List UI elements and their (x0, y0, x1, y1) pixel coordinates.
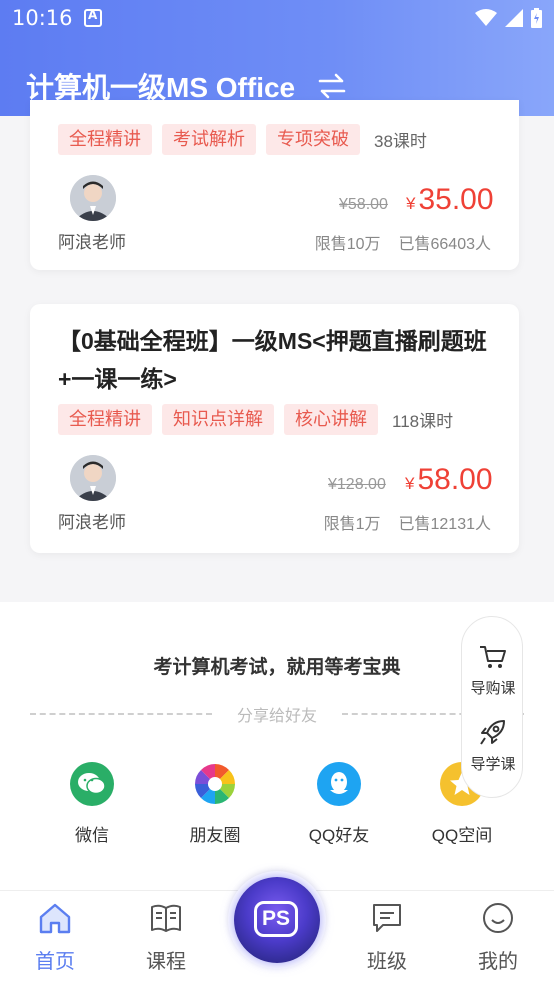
wechat-icon (70, 762, 114, 806)
lesson-count: 38课时 (374, 132, 427, 151)
battery-icon (531, 8, 542, 28)
teacher-avatar (70, 175, 116, 221)
teacher-avatar (70, 455, 116, 501)
tab-courses[interactable]: 课程 (126, 901, 206, 974)
course-title: 【0基础全程班】一级MS<押题直播刷题班+一课一练> (58, 328, 487, 392)
share-label: QQ好友 (308, 826, 370, 845)
qq-icon (317, 762, 361, 806)
course-tags: 全程精讲 知识点详解 核心讲解 118课时 (58, 404, 453, 435)
guide-purchase-button[interactable]: 导购课 (462, 643, 524, 698)
lesson-count: 118课时 (392, 412, 454, 431)
course-tags: 全程精讲 考试解析 专项突破 38课时 (58, 124, 427, 155)
sale-price: ¥35.00 (406, 183, 494, 217)
sales-info: 限售1万 已售12131人 (324, 510, 491, 534)
course-card[interactable]: 全程精讲 考试解析 专项突破 38课时 阿浪老师 ¥58.00 ¥35.00 限… (30, 100, 519, 270)
sales-limit: 限售1万 (323, 516, 381, 533)
tab-label: 课程 (146, 951, 186, 973)
center-ps-button[interactable]: PS (228, 871, 326, 969)
sales-limit: 限售10万 (314, 236, 381, 253)
sold-count: 已售12131人 (398, 516, 492, 533)
price-value: 35.00 (418, 183, 494, 216)
original-price: ¥58.00 (339, 196, 388, 213)
signal-icon (505, 9, 523, 27)
course-tag: 考试解析 (162, 124, 256, 155)
tab-label: 首页 (35, 951, 75, 973)
teacher-name: 阿浪老师 (58, 233, 126, 252)
course-tag: 核心讲解 (284, 404, 378, 435)
share-qq[interactable]: QQ好友 (289, 762, 389, 846)
sold-count: 已售66403人 (398, 236, 492, 253)
chat-icon (373, 904, 401, 932)
wifi-icon (475, 9, 497, 26)
sale-price: ¥58.00 (405, 463, 493, 497)
share-moments[interactable]: 朋友圈 (165, 762, 265, 846)
floating-guide-panel: 导购课 导学课 (461, 616, 523, 798)
guide-study-button[interactable]: 导学课 (462, 717, 524, 774)
rocket-icon (480, 720, 505, 745)
share-wechat[interactable]: 微信 (42, 762, 142, 846)
sales-info: 限售10万 已售66403人 (315, 230, 491, 254)
notification-icon (84, 8, 102, 27)
home-icon (39, 903, 71, 934)
price-value: 58.00 (417, 463, 493, 496)
status-time: 10:16 (12, 6, 73, 30)
ps-logo-icon: PS (234, 877, 320, 963)
share-label: 微信 (75, 826, 109, 845)
teacher-name: 阿浪老师 (58, 513, 126, 532)
original-price: ¥128.00 (328, 476, 386, 493)
cart-icon (480, 646, 506, 668)
course-card[interactable]: 【0基础全程班】一级MS<押题直播刷题班+一课一练> 全程精讲 知识点详解 核心… (30, 304, 519, 553)
share-divider: 分享给好友 (30, 702, 524, 726)
course-tag: 知识点详解 (162, 404, 274, 435)
tab-home[interactable]: 首页 (15, 901, 95, 974)
share-label: 朋友圈 (189, 826, 241, 845)
tab-class[interactable]: 班级 (347, 901, 427, 974)
ps-logo-text: PS (254, 901, 298, 937)
course-tag: 专项突破 (266, 124, 360, 155)
course-tag: 全程精讲 (58, 404, 152, 435)
app-header: 10:16 计算机一级MS Office (0, 0, 554, 116)
share-label: QQ空间 (431, 826, 493, 845)
currency-symbol: ¥ (405, 474, 415, 493)
float-label: 导购课 (470, 680, 516, 697)
currency-symbol: ¥ (406, 194, 416, 213)
status-icons (475, 8, 542, 28)
book-icon (151, 904, 181, 932)
smile-icon (483, 903, 513, 933)
tab-label: 我的 (478, 951, 518, 973)
status-bar: 10:16 (12, 6, 542, 32)
tab-label: 班级 (367, 951, 407, 973)
moments-icon (193, 762, 237, 806)
tab-mine[interactable]: 我的 (458, 901, 538, 974)
switch-subject-icon[interactable] (317, 72, 347, 100)
float-label: 导学课 (470, 756, 516, 773)
bottom-tab-bar: 首页 课程 PS 班级 我的 (0, 871, 554, 984)
course-tag: 全程精讲 (58, 124, 152, 155)
